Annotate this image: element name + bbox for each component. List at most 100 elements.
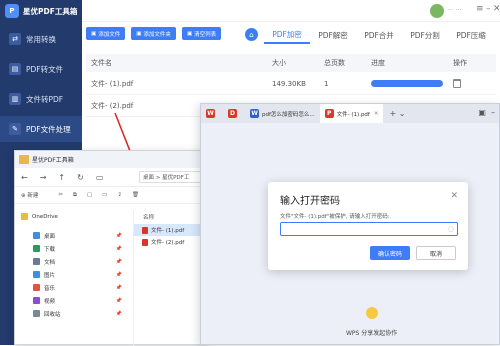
bulb-icon bbox=[366, 307, 378, 319]
dialog-message: 文件"文件- (1).pdf"被保护, 请输入打开密码: bbox=[280, 214, 390, 220]
tab-word-doc[interactable]: Wpdf怎么加密码怎么... bbox=[245, 104, 320, 123]
table-row[interactable]: 文件- (1).pdf 149.30KB 1 bbox=[86, 73, 496, 95]
cancel-button[interactable]: 取消 bbox=[416, 246, 456, 260]
add-folder-button[interactable]: ▣ 添加文件夹 bbox=[131, 27, 176, 40]
minimize-icon[interactable]: – bbox=[486, 4, 491, 14]
col-size: 大小 bbox=[272, 59, 286, 67]
explorer-file-pane: 名称 文件- (1).pdf 文件- (2).pdf bbox=[133, 210, 210, 346]
file-label: 文件- (1).pdf bbox=[151, 228, 185, 234]
word-doc-icon: W bbox=[250, 109, 259, 118]
copy-icon[interactable]: ⧉ bbox=[73, 192, 77, 199]
nav-item-pictures[interactable]: 图片 📌 bbox=[15, 268, 127, 281]
back-icon[interactable]: ← bbox=[21, 173, 28, 182]
add-file-button[interactable]: ▣ 添加文件 bbox=[86, 27, 126, 40]
column-header-name[interactable]: 名称 bbox=[134, 210, 210, 224]
folder-icon bbox=[19, 155, 29, 164]
nav-item-desktop[interactable]: 桌面 📌 bbox=[15, 229, 127, 242]
sidebar-item-label: 文件转PDF bbox=[26, 94, 64, 104]
file-label: 文件- (2).pdf bbox=[151, 240, 185, 246]
col-progress: 进度 bbox=[371, 59, 385, 67]
address-bar[interactable]: 桌面 > 星优PDF工 bbox=[139, 171, 209, 183]
tab-label: 文件- (1).pdf bbox=[336, 111, 370, 118]
rename-icon[interactable]: ▭ bbox=[102, 192, 107, 198]
file-explorer-window: 星优PDF工具箱 ← → ↑ ↻ ▭ 桌面 > 星优PDF工 ⊕ 新建 ✂ ⧉ … bbox=[14, 150, 210, 346]
explorer-titlebar: 星优PDF工具箱 bbox=[15, 151, 208, 168]
home-button[interactable]: ⌂ bbox=[245, 28, 258, 41]
pdf-file-icon bbox=[142, 226, 148, 234]
file-item[interactable]: 文件- (1).pdf bbox=[134, 224, 210, 236]
forward-icon[interactable]: → bbox=[40, 173, 47, 182]
pin-icon: 📌 bbox=[115, 284, 122, 291]
col-pages: 总页数 bbox=[324, 59, 345, 67]
convert-icon: ⇄ bbox=[9, 33, 21, 45]
pin-icon: 📌 bbox=[115, 258, 122, 265]
close-tab-icon[interactable]: ✕ bbox=[374, 111, 379, 117]
sidebar-item-pdf-to-file[interactable]: ▤ PDF转文件 bbox=[0, 56, 82, 82]
pdf-process-icon: ✎ bbox=[9, 123, 21, 135]
wps-window-controls[interactable]: ▣ – bbox=[478, 108, 495, 117]
menu-icon[interactable]: ≡ bbox=[476, 4, 484, 14]
app-title: 星优PDF工具箱 bbox=[23, 6, 78, 16]
sidebar-item-pdf-process[interactable]: ✎ PDF文件处理 bbox=[0, 116, 82, 142]
nav-label: 音乐 bbox=[44, 285, 56, 292]
nav-item-recycle-bin[interactable]: 回收站 📌 bbox=[15, 307, 127, 320]
close-icon[interactable]: ✕ bbox=[493, 4, 500, 14]
sidebar-item-label: 常用转换 bbox=[26, 34, 56, 44]
share-icon[interactable]: ⇪ bbox=[117, 192, 122, 198]
tab-pdf-split[interactable]: PDF分割 bbox=[402, 26, 448, 44]
app-logo-row: P 星优PDF工具箱 bbox=[0, 0, 82, 22]
tab-wps-home[interactable]: W bbox=[201, 104, 223, 123]
home-icon: ⌂ bbox=[249, 30, 254, 39]
delete-icon[interactable]: 🗑 bbox=[132, 192, 139, 198]
nav-item-downloads[interactable]: 下载 📌 bbox=[15, 242, 127, 255]
tab-pdf-compress[interactable]: PDF压缩 bbox=[448, 26, 494, 44]
tab-pdf-encrypt[interactable]: PDF加密 bbox=[264, 26, 310, 44]
pin-icon: 📌 bbox=[115, 297, 122, 304]
nav-item-videos[interactable]: 视频 📌 bbox=[15, 294, 127, 307]
recycle-bin-icon bbox=[33, 310, 40, 317]
documents-icon bbox=[33, 258, 40, 265]
pdf-file-icon bbox=[142, 238, 148, 246]
tab-docer[interactable]: D bbox=[223, 104, 245, 123]
nav-label: 图片 bbox=[44, 272, 56, 279]
pin-icon: 📌 bbox=[115, 310, 122, 317]
file-to-pdf-icon: ▥ bbox=[9, 93, 21, 105]
eye-icon[interactable]: ◌ bbox=[448, 225, 454, 233]
clear-list-button[interactable]: ▣ 清空列表 bbox=[181, 27, 222, 40]
sidebar-item-label: PDF转文件 bbox=[26, 64, 64, 74]
nav-item-documents[interactable]: 文档 📌 bbox=[15, 255, 127, 268]
cut-icon[interactable]: ✂ bbox=[58, 192, 63, 198]
new-tab-icon[interactable]: + ⌄ bbox=[389, 109, 405, 118]
explorer-nav: ← → ↑ ↻ ▭ 桌面 > 星优PDF工 bbox=[15, 168, 209, 186]
refresh-icon[interactable]: ↻ bbox=[77, 173, 84, 182]
dialog-title: 输入打开密码 bbox=[280, 196, 340, 207]
nav-item-onedrive[interactable]: OneDrive bbox=[15, 210, 127, 223]
up-icon[interactable]: ↑ bbox=[58, 173, 65, 182]
paste-icon[interactable]: ▢ bbox=[87, 192, 92, 198]
tab-pdf-decrypt[interactable]: PDF解密 bbox=[310, 26, 356, 44]
pdf-icon: P bbox=[324, 109, 334, 118]
tab-pdf-merge[interactable]: PDF合并 bbox=[356, 26, 402, 44]
pin-icon: 📌 bbox=[115, 232, 122, 239]
close-icon[interactable]: ✕ bbox=[450, 191, 458, 201]
wps-icon: W bbox=[206, 109, 215, 118]
nav-label: 下载 bbox=[44, 246, 56, 253]
avatar[interactable] bbox=[430, 4, 444, 18]
nav-label: 文档 bbox=[44, 259, 56, 266]
sidebar-item-common-convert[interactable]: ⇄ 常用转换 bbox=[0, 26, 82, 52]
explorer-nav-pane: OneDrive 桌面 📌 下载 📌 文档 📌 图片 📌 音乐 📌 视频 📌 回收站 📌 bbox=[15, 210, 127, 346]
password-input[interactable]: ◌ bbox=[280, 222, 458, 236]
sidebar-item-file-to-pdf[interactable]: ▥ 文件转PDF bbox=[0, 86, 82, 112]
new-button[interactable]: ⊕ 新建 bbox=[21, 191, 48, 199]
trash-icon[interactable] bbox=[453, 79, 461, 88]
share-collab-text[interactable]: WPS 分享发起协作 bbox=[346, 328, 397, 337]
wps-window: W D Wpdf怎么加密码怎么... P 文件- (1).pdf ✕ + ⌄ ▣ –… bbox=[200, 103, 500, 345]
tab-pdf-file[interactable]: P 文件- (1).pdf ✕ bbox=[319, 104, 384, 123]
explorer-title: 星优PDF工具箱 bbox=[32, 157, 74, 164]
docer-icon: D bbox=[228, 109, 237, 118]
file-item[interactable]: 文件- (2).pdf bbox=[134, 236, 210, 248]
confirm-password-button[interactable]: 确认密码 bbox=[370, 246, 410, 260]
nav-item-music[interactable]: 音乐 📌 bbox=[15, 281, 127, 294]
file-size: 149.30KB bbox=[272, 79, 306, 88]
file-name: 文件- (1).pdf bbox=[91, 79, 134, 88]
